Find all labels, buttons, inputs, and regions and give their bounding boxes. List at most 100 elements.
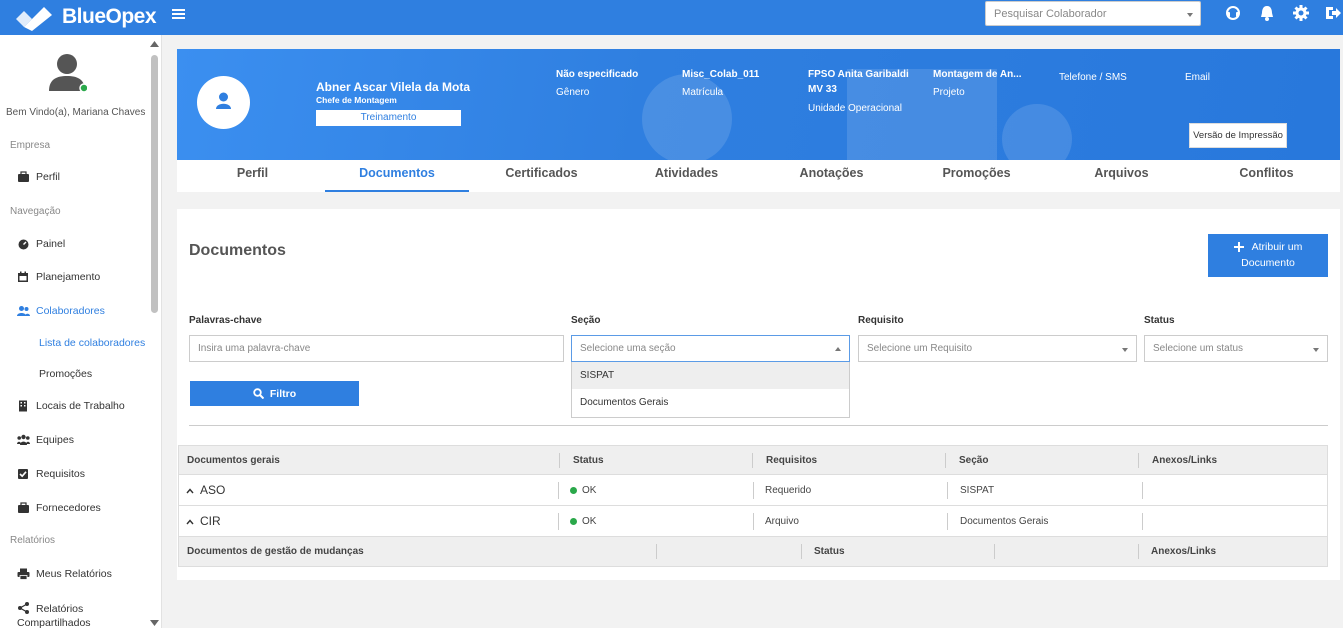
tab-arquivos[interactable]: Arquivos (1049, 160, 1194, 192)
status-dot-icon (570, 486, 577, 494)
table-row[interactable]: ASO OK Requerido SISPAT (179, 475, 1327, 506)
sidebar: Bem Vindo(a), Mariana Chaves Empresa Per… (0, 35, 162, 628)
project-label: Projeto (933, 87, 965, 98)
col-status[interactable]: Status (573, 446, 604, 475)
chevron-up-icon (835, 347, 841, 351)
app-logo[interactable]: BlueOpex (14, 3, 157, 31)
share-icon (18, 602, 29, 614)
sidebar-item-label: Relatórios (36, 603, 84, 615)
page-title: Documentos (189, 242, 286, 259)
training-badge-button[interactable]: Treinamento (316, 110, 461, 126)
documents-table: Documentos gerais Status Requisitos Seçã… (178, 445, 1328, 567)
dashboard-icon (18, 239, 29, 250)
matricula-label: Matrícula (682, 87, 724, 98)
col-gestao-mudancas[interactable]: Documentos de gestão de mudanças (187, 537, 364, 566)
sidebar-scroll-thumb[interactable] (151, 55, 158, 313)
tab-anotacoes[interactable]: Anotações (759, 160, 904, 192)
col-anexos[interactable]: Anexos/Links (1152, 446, 1217, 475)
filter-button[interactable]: Filtro (190, 381, 359, 406)
keywords-input[interactable]: Insira uma palavra-chave (189, 335, 564, 362)
requirement-label: Requisito (858, 315, 904, 326)
sidebar-item-fornecedores[interactable]: Fornecedores (17, 502, 101, 514)
search-placeholder: Pesquisar Colaborador (994, 8, 1107, 20)
sidebar-item-label: Meus Relatórios (36, 568, 112, 580)
collaborator-search-select[interactable]: Pesquisar Colaborador (985, 1, 1201, 26)
sidebar-item-colaboradores[interactable]: Colaboradores (17, 305, 105, 317)
col-anexos-2[interactable]: Anexos/Links (1151, 537, 1216, 566)
sidebar-item-meus-relatorios[interactable]: Meus Relatórios (17, 568, 112, 580)
section-value: Documentos Gerais (960, 516, 1049, 527)
profile-photo[interactable] (197, 76, 250, 129)
chevron-up-icon[interactable] (186, 519, 194, 525)
sidebar-item-planejamento[interactable]: Planejamento (17, 271, 100, 283)
profile-name: Abner Ascar Vilela da Mota (316, 80, 471, 94)
table-header-2: Documentos de gestão de mudanças Status … (179, 537, 1327, 566)
chevron-up-icon[interactable] (186, 488, 194, 494)
col-secao[interactable]: Seção (959, 446, 988, 475)
sidebar-item-equipes[interactable]: Equipes (17, 434, 74, 446)
status-badge: OK (570, 475, 596, 506)
user-avatar-icon[interactable] (47, 51, 87, 93)
menu-icon[interactable] (172, 4, 186, 25)
section-label: Seção (571, 315, 601, 326)
unit-value-2: MV 33 (808, 84, 837, 95)
section-relatorios: Relatórios (10, 535, 56, 546)
printer-icon (17, 568, 30, 580)
status-select[interactable]: Selecione um status (1144, 335, 1328, 362)
calendar-icon (18, 271, 28, 282)
section-dropdown-menu: SISPAT Documentos Gerais (571, 362, 850, 418)
sidebar-item-relatorios-compartilhados[interactable]: Relatórios Compartilhados (17, 602, 91, 628)
col-requisitos[interactable]: Requisitos (766, 446, 817, 475)
section-option-documentos-gerais[interactable]: Documentos Gerais (572, 389, 849, 416)
tab-documentos[interactable]: Documentos (325, 160, 469, 192)
sidebar-item-requisitos[interactable]: Requisitos (17, 468, 85, 480)
chevron-down-icon (1122, 348, 1128, 352)
divider (189, 425, 1328, 426)
bell-icon[interactable] (1258, 4, 1276, 22)
sidebar-item-label: Requisitos (36, 468, 86, 480)
sidebar-subitem-lista[interactable]: Lista de colaboradores (39, 337, 145, 349)
sidebar-item-painel[interactable]: Painel (17, 238, 65, 250)
profile-role: Chefe de Montagem (316, 95, 397, 105)
filter-button-label: Filtro (269, 387, 297, 400)
user-icon (216, 92, 231, 109)
tab-atividades[interactable]: Atividades (614, 160, 759, 192)
tab-promocoes[interactable]: Promoções (904, 160, 1049, 192)
requirement-select[interactable]: Selecione um Requisito (858, 335, 1137, 362)
scroll-down-icon[interactable] (150, 620, 159, 626)
col-documentos-gerais[interactable]: Documentos gerais (187, 446, 280, 475)
print-version-button[interactable]: Versão de Impressão (1189, 123, 1287, 148)
table-header: Documentos gerais Status Requisitos Seçã… (179, 446, 1327, 475)
document-name: CIR (200, 514, 221, 528)
section-option-sispat[interactable]: SISPAT (572, 362, 849, 389)
tab-conflitos[interactable]: Conflitos (1194, 160, 1339, 192)
status-placeholder: Selecione um status (1153, 343, 1244, 354)
tab-certificados[interactable]: Certificados (469, 160, 614, 192)
requirement-placeholder: Selecione um Requisito (867, 343, 973, 354)
assign-document-button[interactable]: Atribuir um Documento (1208, 234, 1328, 277)
sidebar-item-locais[interactable]: Locais de Trabalho (17, 400, 125, 412)
sidebar-item-perfil[interactable]: Perfil (17, 171, 60, 183)
logout-icon[interactable] (1324, 4, 1342, 22)
project-value: Montagem de An... (933, 69, 1022, 80)
chevron-down-icon (1187, 13, 1193, 17)
chevron-down-icon (1313, 348, 1319, 352)
sidebar-item-label: Perfil (36, 171, 60, 183)
team-icon (17, 434, 30, 445)
sidebar-item-label: Planejamento (36, 271, 101, 283)
headset-icon[interactable] (1224, 4, 1242, 22)
profile-banner: Abner Ascar Vilela da Mota Chefe de Mont… (177, 49, 1340, 160)
sidebar-subitem-promocoes[interactable]: Promoções (39, 368, 92, 380)
col-status-2[interactable]: Status (814, 537, 845, 566)
tab-perfil[interactable]: Perfil (179, 160, 326, 192)
sidebar-item-label: Colaboradores (36, 305, 105, 317)
gear-icon[interactable] (1292, 4, 1310, 22)
section-select[interactable]: Selecione uma seção (571, 335, 850, 362)
section-value: SISPAT (960, 485, 995, 496)
top-bar: BlueOpex Pesquisar Colaborador (0, 0, 1343, 35)
table-row[interactable]: CIR OK Arquivo Documentos Gerais (179, 506, 1327, 537)
scroll-up-icon[interactable] (150, 41, 159, 47)
unit-label: Unidade Operacional (808, 103, 902, 114)
logo-mark-icon (16, 7, 52, 31)
profile-tabs: Perfil Documentos Certificados Atividade… (177, 160, 1340, 192)
